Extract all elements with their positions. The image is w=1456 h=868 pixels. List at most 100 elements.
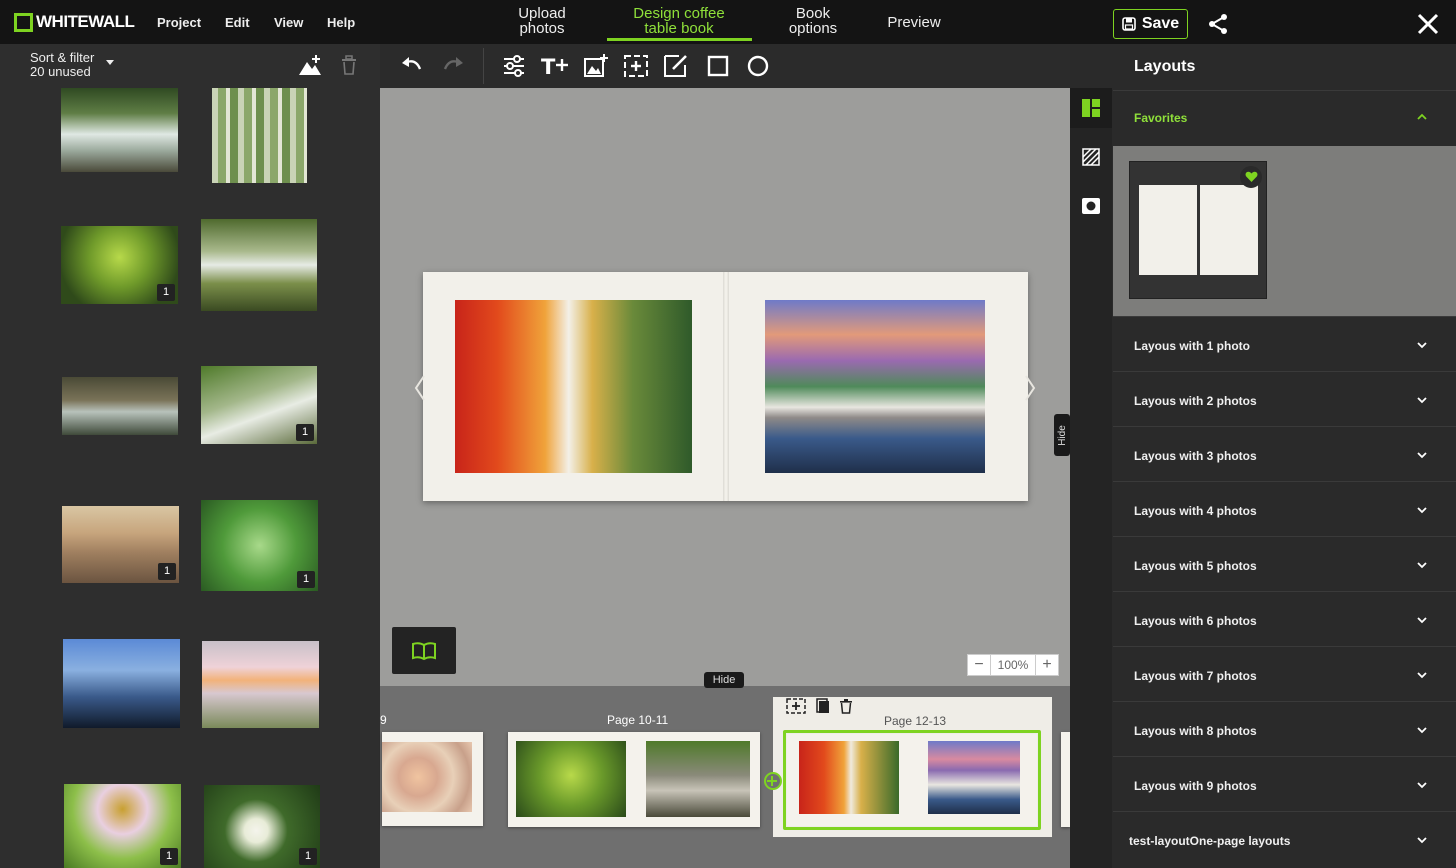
- chevron-down-icon: [1417, 727, 1427, 734]
- section-label: Layous with 5 photos: [1134, 559, 1257, 573]
- chevron-down-icon: [1417, 452, 1427, 459]
- edit-frame-icon[interactable]: [663, 53, 689, 79]
- layouts-6-photos-section[interactable]: Layous with 6 photos: [1113, 591, 1456, 646]
- section-label: Layous with 8 photos: [1134, 724, 1257, 738]
- zoom-level: 100%: [990, 655, 1036, 675]
- hide-label: Hide: [1056, 424, 1068, 446]
- page-thumbnail-10-11[interactable]: [508, 732, 760, 827]
- step-label-line1: Upload: [518, 5, 566, 22]
- chevron-down-icon: [1417, 672, 1427, 679]
- book-view-button[interactable]: [392, 627, 456, 674]
- photo-thumbnail[interactable]: 1: [61, 226, 178, 304]
- layouts-1-photo-section[interactable]: Layous with 1 photo: [1113, 316, 1456, 371]
- close-icon[interactable]: [1414, 10, 1442, 38]
- page-label-9: 9: [380, 713, 387, 727]
- layouts-5-photos-section[interactable]: Layous with 5 photos: [1113, 536, 1456, 591]
- top-bar: WHITEWALL Project Edit View Help Upload …: [0, 0, 1456, 44]
- background-pattern-icon: [1082, 148, 1100, 166]
- add-text-icon[interactable]: T: [540, 53, 570, 79]
- page-label-12-13: Page 12-13: [884, 714, 947, 728]
- hide-right-panel-tab[interactable]: Hide: [1054, 414, 1070, 456]
- photo-thumbnail[interactable]: [62, 377, 178, 435]
- unused-count: 20 unused: [30, 64, 91, 79]
- sort-filter-label: Sort & filter: [30, 50, 95, 65]
- layouts-tab[interactable]: [1070, 88, 1112, 128]
- delete-page-icon[interactable]: [838, 698, 854, 714]
- photo-thumbnail[interactable]: 1: [201, 366, 317, 444]
- panel-title: Layouts: [1134, 58, 1196, 75]
- page-thumbnail-photo: [799, 741, 899, 814]
- one-page-layouts-section[interactable]: test-layoutOne-page layouts: [1113, 811, 1456, 868]
- layouts-3-photos-section[interactable]: Layous with 3 photos: [1113, 426, 1456, 481]
- section-label: Layous with 7 photos: [1134, 669, 1257, 683]
- layouts-2-photos-section[interactable]: Layous with 2 photos: [1113, 371, 1456, 426]
- rectangle-shape-icon[interactable]: [705, 53, 731, 79]
- photo-thumbnail[interactable]: [201, 219, 317, 311]
- masks-tab[interactable]: [1070, 186, 1112, 226]
- layouts-7-photos-section[interactable]: Layous with 7 photos: [1113, 646, 1456, 701]
- insert-page-button[interactable]: [764, 772, 782, 790]
- spread-photo-right[interactable]: [765, 300, 985, 473]
- adjust-sliders-icon[interactable]: [501, 53, 527, 79]
- add-image-icon[interactable]: [583, 53, 609, 79]
- page-thumbnail-9[interactable]: [382, 732, 483, 826]
- chevron-down-icon: [1417, 837, 1427, 844]
- step-upload-photos[interactable]: Upload photos: [470, 6, 614, 36]
- photo-thumbnail[interactable]: [202, 641, 319, 728]
- undo-icon[interactable]: [399, 53, 425, 79]
- backgrounds-tab[interactable]: [1070, 137, 1112, 177]
- svg-text:T: T: [541, 55, 556, 79]
- page-thumbnail-photo: [928, 741, 1020, 814]
- whitewall-logo[interactable]: WHITEWALL: [14, 11, 135, 33]
- redo-icon[interactable]: [440, 53, 466, 79]
- chevron-up-icon[interactable]: [1416, 112, 1428, 122]
- heart-icon: [1245, 171, 1257, 182]
- share-icon[interactable]: [1206, 12, 1230, 36]
- photo-library-panel: Sort & filter 20 unused 1 1 1 1 1 1: [0, 44, 380, 868]
- add-photo-button[interactable]: [298, 54, 322, 76]
- photo-thumbnail[interactable]: 1: [204, 785, 320, 868]
- spread-photo-left[interactable]: [455, 300, 692, 473]
- photo-thumbnail[interactable]: [63, 639, 180, 728]
- sort-filter-dropdown[interactable]: Sort & filter 20 unused: [30, 50, 114, 79]
- active-step-indicator: [607, 38, 752, 41]
- photo-thumbnail[interactable]: 1: [62, 506, 179, 583]
- hide-page-strip-tab[interactable]: Hide: [704, 672, 744, 688]
- section-label: Layous with 1 photo: [1134, 339, 1250, 353]
- spread-fold: [723, 272, 729, 501]
- zoom-control: − 100% +: [967, 654, 1059, 676]
- add-frame-icon[interactable]: [786, 698, 806, 714]
- add-photo-frame-icon[interactable]: [623, 53, 649, 79]
- next-page-arrow-icon[interactable]: [1024, 374, 1036, 402]
- zoom-in-button[interactable]: +: [1036, 655, 1058, 675]
- step-design-book[interactable]: Design coffee table book: [607, 6, 751, 36]
- menu-help[interactable]: Help: [327, 15, 355, 30]
- section-label: test-layoutOne-page layouts: [1129, 834, 1291, 848]
- save-button[interactable]: Save: [1113, 9, 1188, 39]
- step-preview[interactable]: Preview: [842, 15, 986, 30]
- layouts-8-photos-section[interactable]: Layous with 8 photos: [1113, 701, 1456, 756]
- favorite-heart-icon[interactable]: [1240, 166, 1262, 188]
- photo-thumbnail[interactable]: [61, 88, 178, 172]
- duplicate-page-icon[interactable]: [815, 698, 831, 714]
- zoom-out-button[interactable]: −: [968, 655, 990, 675]
- layout-grid-icon: [1082, 99, 1100, 117]
- book-spread[interactable]: [423, 272, 1028, 501]
- page-thumbnail-12-13[interactable]: [787, 734, 1037, 826]
- layouts-9-photos-section[interactable]: Layous with 9 photos: [1113, 756, 1456, 811]
- logo-text: WHITEWALL: [36, 12, 135, 31]
- chevron-down-icon: [1417, 342, 1427, 349]
- photo-thumbnail[interactable]: 1: [64, 784, 181, 868]
- layouts-4-photos-section[interactable]: Layous with 4 photos: [1113, 481, 1456, 536]
- menu-view[interactable]: View: [274, 15, 303, 30]
- page-thumbnail-next[interactable]: [1061, 732, 1070, 827]
- section-label: Layous with 6 photos: [1134, 614, 1257, 628]
- menu-edit[interactable]: Edit: [225, 15, 250, 30]
- page-thumbnail-photo: [646, 741, 750, 817]
- menu-project[interactable]: Project: [157, 15, 201, 30]
- photo-thumbnail[interactable]: 1: [201, 500, 318, 591]
- photo-thumbnail[interactable]: [212, 88, 307, 183]
- previous-page-arrow-icon[interactable]: [414, 374, 426, 402]
- circle-shape-icon[interactable]: [745, 53, 771, 79]
- trash-icon[interactable]: [340, 55, 358, 75]
